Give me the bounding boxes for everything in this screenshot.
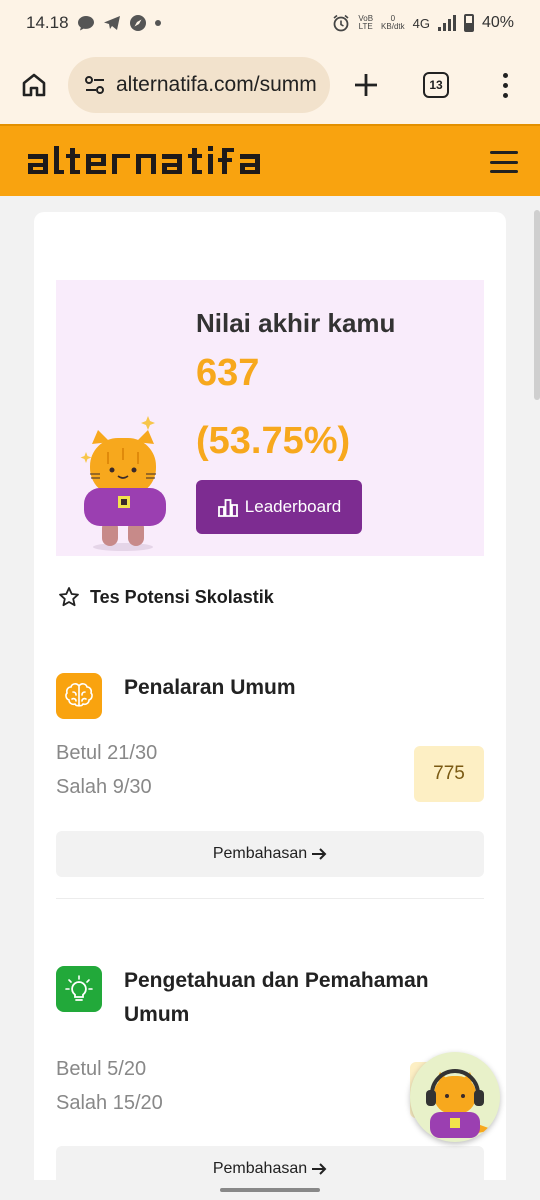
- address-bar[interactable]: alternatifa.com/summ: [68, 57, 330, 113]
- tab-switcher-button[interactable]: 13: [402, 46, 470, 124]
- site-menu-button[interactable]: [490, 151, 518, 173]
- correct-count: Betul 5/20: [56, 1058, 147, 1080]
- subtest-name: Pengetahuan dan Pemahaman Umum: [124, 969, 429, 1026]
- final-score-value: 637: [196, 352, 260, 394]
- subtest-name: Penalaran Umum: [124, 676, 296, 699]
- leaderboard-label: Leaderboard: [244, 497, 342, 516]
- new-tab-button[interactable]: [330, 46, 402, 124]
- cat-headset-avatar-icon: [426, 1069, 494, 1138]
- final-score-title: Nilai akhir kamu: [196, 308, 396, 338]
- alternatifa-logo[interactable]: [28, 146, 274, 176]
- signal-icon: [437, 15, 456, 31]
- bar-chart-icon: [217, 499, 238, 517]
- volte-indicator: VoB LTE: [358, 14, 374, 31]
- site-header: [0, 124, 540, 196]
- battery-level: 40%: [481, 14, 514, 31]
- final-score-panel: Nilai akhir kamu 637 (53.75%) Leaderboar…: [56, 280, 484, 556]
- home-button[interactable]: [0, 46, 68, 124]
- plus-icon: [355, 74, 377, 96]
- cat-mascot-illustration: [80, 416, 166, 551]
- wrong-count: Salah 9/30: [56, 776, 152, 798]
- brain-icon: [56, 673, 102, 719]
- test-category: Tes Potensi Skolastik: [58, 586, 274, 608]
- correct-count: Betul 21/30: [56, 742, 158, 764]
- explanation-button[interactable]: Pembahasan: [56, 1146, 484, 1180]
- divider: [56, 898, 484, 899]
- telegram-icon: [103, 16, 120, 30]
- scrollbar[interactable]: [534, 210, 540, 400]
- browser-menu-button[interactable]: [470, 46, 540, 124]
- explanation-label: Pembahasan: [212, 845, 308, 862]
- network-type: 4G: [412, 15, 430, 31]
- final-score-percent: (53.75%): [196, 420, 351, 462]
- clock: 14.18: [26, 13, 69, 32]
- url-text[interactable]: alternatifa.com/summ: [116, 73, 322, 97]
- arrow-right-icon: [312, 848, 327, 860]
- site-settings-icon[interactable]: [82, 72, 108, 98]
- subtest-score-badge: 775: [414, 746, 484, 802]
- battery-icon: [463, 14, 474, 32]
- floating-assistant-button[interactable]: [410, 1052, 500, 1142]
- page-content: Nilai akhir kamu 637 (53.75%) Leaderboar…: [0, 196, 540, 1180]
- browser-toolbar: alternatifa.com/summ 13: [0, 46, 540, 124]
- tab-count: 13: [423, 72, 449, 98]
- leaderboard-button[interactable]: Leaderboard: [196, 480, 362, 534]
- data-speed: 0 KB/dtk: [381, 14, 405, 31]
- lightbulb-icon: [56, 966, 102, 1012]
- compass-icon: [129, 15, 146, 31]
- home-icon: [22, 73, 46, 97]
- star-icon: [59, 587, 79, 607]
- category-label: Tes Potensi Skolastik: [90, 586, 274, 607]
- arrow-right-icon: [312, 1163, 327, 1175]
- alarm-icon: [333, 14, 349, 32]
- status-bar: 14.18 VoB LTE 0 KB/dtk 4G 40%: [0, 0, 540, 46]
- chat-bubble-icon: [77, 16, 94, 31]
- system-nav-bar: [0, 1180, 540, 1200]
- explanation-label: Pembahasan: [212, 1160, 308, 1177]
- explanation-button[interactable]: Pembahasan: [56, 831, 484, 877]
- result-card: Nilai akhir kamu 637 (53.75%) Leaderboar…: [34, 212, 506, 1180]
- notification-dot: [154, 20, 161, 26]
- wrong-count: Salah 15/20: [56, 1092, 163, 1114]
- gesture-handle[interactable]: [220, 1188, 320, 1192]
